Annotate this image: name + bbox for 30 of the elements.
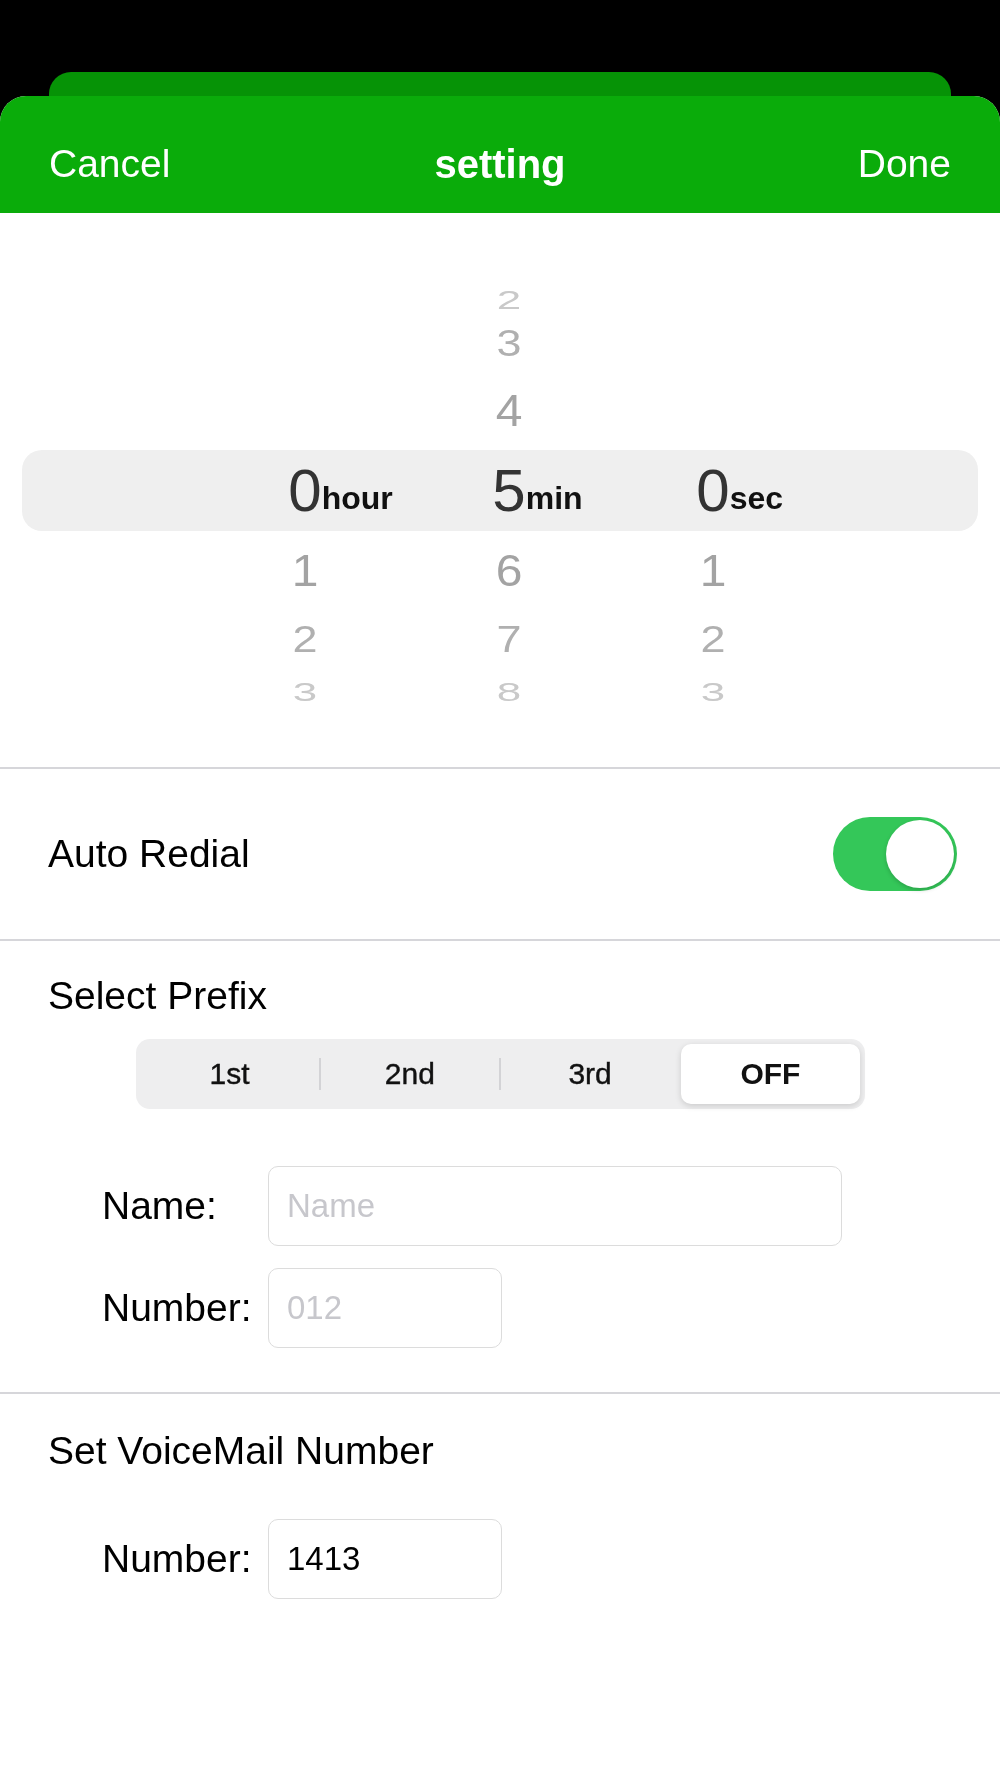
- picker-value[interactable]: 6: [495, 548, 523, 594]
- section-title: Set VoiceMail Number: [47, 1428, 435, 1474]
- text-input-field[interactable]: Name: [268, 1166, 842, 1246]
- picker-value[interactable]: 5: [492, 461, 526, 521]
- picker-unit-label: hour: [321, 482, 393, 514]
- prefix-segment[interactable]: OFF: [681, 1044, 860, 1104]
- field-label: Number:: [102, 1536, 253, 1582]
- prefix-segment[interactable]: 3rd: [501, 1044, 680, 1104]
- field-label: Number:: [102, 1285, 253, 1331]
- picker-value[interactable]: 2: [292, 620, 318, 658]
- picker-value[interactable]: 1: [291, 548, 319, 594]
- picker-unit-label: min: [525, 482, 583, 514]
- picker-value[interactable]: 2: [700, 620, 726, 658]
- number-input-field[interactable]: 012: [268, 1268, 502, 1348]
- cancel-button[interactable]: Cancel: [49, 140, 171, 187]
- picker-value[interactable]: 1: [699, 548, 727, 594]
- section-title: Select Prefix: [47, 973, 268, 1019]
- picker-value[interactable]: 0: [696, 461, 730, 521]
- picker-value[interactable]: 4: [495, 388, 523, 434]
- done-button[interactable]: Done: [857, 140, 951, 187]
- picker-value[interactable]: 0: [288, 461, 322, 521]
- picker-value[interactable]: 3: [496, 324, 522, 362]
- screen-title: setting: [434, 140, 566, 187]
- picker-value[interactable]: 7: [496, 620, 522, 658]
- auto-redial-label: Auto Redial: [48, 831, 250, 877]
- prefix-segment[interactable]: 2nd: [320, 1044, 499, 1104]
- picker-unit-label: sec: [729, 482, 784, 514]
- number-input-field[interactable]: 1413: [268, 1519, 502, 1599]
- prefix-segment[interactable]: 1st: [140, 1044, 319, 1104]
- field-label: Name:: [102, 1183, 218, 1229]
